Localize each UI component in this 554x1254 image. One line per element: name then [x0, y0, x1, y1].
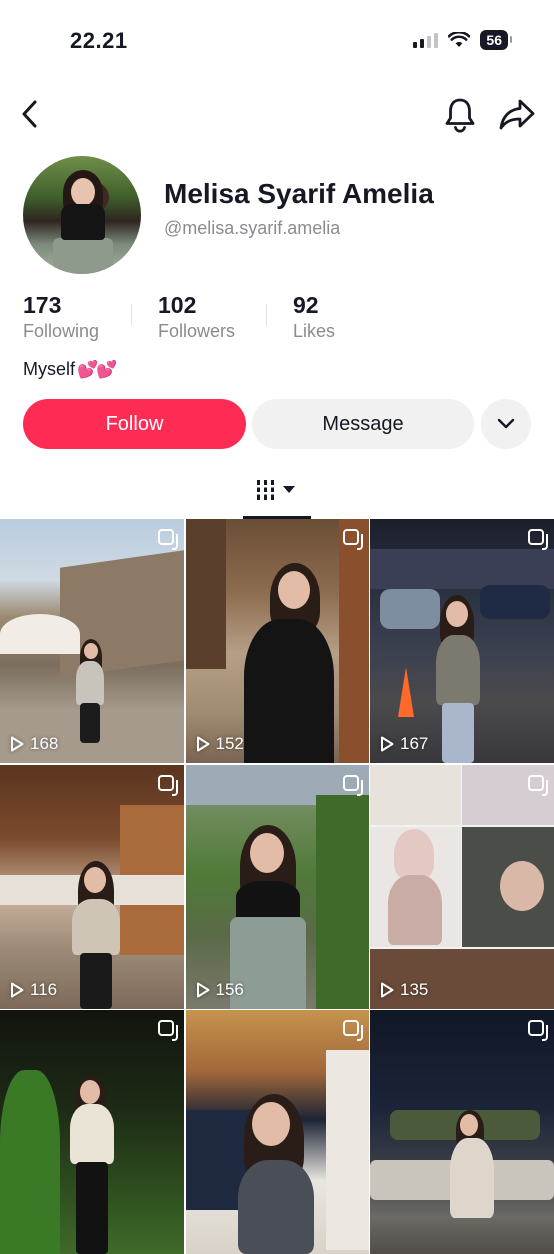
tab-videos[interactable]: [243, 474, 311, 520]
multi-photo-icon: [342, 774, 363, 796]
video-thumbnail[interactable]: [370, 1010, 554, 1254]
video-thumbnail[interactable]: 167: [370, 519, 554, 763]
status-time: 22.21: [70, 28, 128, 53]
view-count: 156: [196, 980, 244, 1000]
video-thumbnail[interactable]: [185, 1010, 369, 1254]
chevron-down-icon: [497, 418, 515, 429]
view-count: 168: [10, 734, 58, 754]
battery-indicator: 56: [480, 30, 512, 50]
back-icon[interactable]: [14, 96, 46, 132]
multi-photo-icon: [158, 1020, 178, 1041]
stat-likes[interactable]: 92 Likes: [293, 292, 428, 342]
multi-photo-icon: [342, 1020, 363, 1041]
wifi-icon: [448, 32, 471, 47]
following-label: Following: [23, 321, 100, 341]
multi-photo-icon: [158, 774, 178, 796]
view-count-value: 152: [215, 734, 244, 753]
profile-stats: 173 Following 102 Followers 92 Likes: [23, 292, 428, 342]
video-thumbnail[interactable]: 135: [370, 764, 554, 1009]
more-options-button[interactable]: [481, 399, 531, 449]
view-count: 135: [380, 980, 428, 1000]
video-thumbnail[interactable]: 168: [0, 519, 184, 763]
signal-icon: [413, 32, 439, 48]
stat-following[interactable]: 173 Following: [23, 292, 158, 342]
video-thumbnail[interactable]: [0, 1010, 184, 1254]
video-grid: 168 152 167 116 156 135: [0, 519, 554, 1254]
play-icon: [11, 982, 24, 997]
view-count-value: 168: [30, 734, 59, 753]
video-thumbnail[interactable]: 156: [185, 764, 369, 1009]
multi-photo-icon: [342, 529, 363, 550]
play-icon: [196, 982, 209, 997]
bio: Myself 💕💕: [23, 359, 117, 380]
view-count-value: 135: [400, 979, 429, 999]
video-thumbnail[interactable]: 152: [185, 519, 369, 763]
avatar[interactable]: [23, 156, 141, 274]
bell-icon[interactable]: [442, 96, 478, 134]
view-count-value: 167: [400, 734, 429, 753]
view-count: 152: [196, 734, 244, 754]
view-count: 167: [380, 734, 428, 754]
play-icon: [196, 736, 209, 752]
multi-photo-icon: [528, 774, 548, 796]
following-count: 173: [23, 292, 62, 318]
view-count-value: 156: [215, 979, 244, 999]
likes-count: 92: [293, 292, 319, 318]
play-icon: [381, 736, 394, 752]
followers-label: Followers: [158, 321, 236, 341]
view-count: 116: [10, 980, 57, 1000]
stat-divider: [266, 304, 267, 326]
status-indicators: 56: [413, 30, 512, 50]
likes-label: Likes: [293, 321, 336, 341]
followers-count: 102: [158, 292, 197, 318]
multi-photo-icon: [528, 529, 548, 550]
message-button[interactable]: Message: [252, 399, 474, 449]
multi-photo-icon: [528, 1020, 548, 1041]
view-count-value: 116: [30, 979, 58, 999]
follow-button[interactable]: Follow: [23, 399, 246, 449]
multi-photo-icon: [158, 529, 178, 550]
bio-emoji: 💕💕: [77, 359, 117, 379]
username: @melisa.syarif.amelia: [164, 218, 341, 238]
videos-grid-icon: [255, 480, 295, 500]
display-name: Melisa Syarif Amelia: [164, 178, 434, 209]
stat-divider: [131, 304, 132, 326]
video-thumbnail[interactable]: 116: [0, 764, 184, 1009]
stat-followers[interactable]: 102 Followers: [158, 292, 293, 342]
play-icon: [11, 736, 24, 752]
share-icon[interactable]: [498, 96, 536, 132]
play-icon: [381, 982, 394, 997]
bio-text: Myself: [23, 359, 76, 379]
